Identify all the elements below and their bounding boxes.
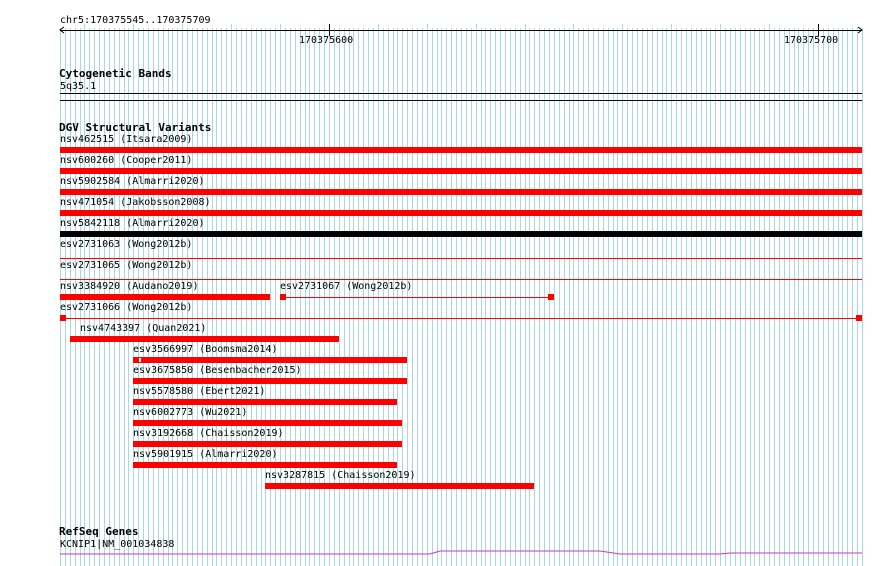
variant-bar[interactable] <box>265 483 534 489</box>
variant-label[interactable]: nsv5578580 (Ebert2021) <box>133 386 265 397</box>
ruler-axis <box>60 30 862 31</box>
variant-label[interactable]: esv3675850 (Besenbacher2015) <box>133 365 302 376</box>
variant-bar[interactable] <box>133 420 402 426</box>
variant-end-block[interactable] <box>856 315 862 321</box>
variant-end-block[interactable] <box>280 294 286 300</box>
variant-label[interactable]: nsv5842118 (Almarri2020) <box>60 218 205 229</box>
variant-label[interactable]: nsv4743397 (Quan2021) <box>80 323 206 334</box>
cytoband-line <box>60 93 862 94</box>
variant-label[interactable]: nsv5901915 (Almarri2020) <box>133 449 278 460</box>
variant-line[interactable] <box>60 258 862 259</box>
variant-bar[interactable] <box>133 462 397 468</box>
variant-end-block[interactable] <box>548 294 554 300</box>
variant-line[interactable] <box>60 279 862 280</box>
variant-bar[interactable] <box>133 357 407 363</box>
variant-bar[interactable] <box>133 441 402 447</box>
variant-line[interactable] <box>60 318 862 319</box>
variant-label[interactable]: nsv471054 (Jakobsson2008) <box>60 197 211 208</box>
variant-label[interactable]: nsv5902584 (Almarri2020) <box>60 176 205 187</box>
cytoband-label[interactable]: 5q35.1 <box>60 81 96 92</box>
variant-bar[interactable] <box>70 336 339 342</box>
variant-line[interactable] <box>280 297 554 298</box>
variant-label[interactable]: esv2731063 (Wong2012b) <box>60 239 192 250</box>
variant-label[interactable]: nsv3192668 (Chaisson2019) <box>133 428 284 439</box>
variant-bar[interactable] <box>60 189 862 195</box>
variant-end-block[interactable] <box>60 315 66 321</box>
variant-label[interactable]: esv3566997 (Boomsma2014) <box>133 344 278 355</box>
variant-gap <box>139 358 141 362</box>
refseq-track-title[interactable]: RefSeq Genes <box>59 526 138 538</box>
variant-bar[interactable] <box>60 231 862 237</box>
cytoband-track-title[interactable]: Cytogenetic Bands <box>59 68 172 80</box>
variant-label[interactable]: nsv600260 (Cooper2011) <box>60 155 192 166</box>
variant-label[interactable]: nsv3287815 (Chaisson2019) <box>265 470 416 481</box>
dgv-track-title[interactable]: DGV Structural Variants <box>59 122 211 134</box>
variant-label[interactable]: nsv3384920 (Audano2019) <box>60 281 198 292</box>
variant-label[interactable]: esv2731066 (Wong2012b) <box>60 302 192 313</box>
variant-bar[interactable] <box>60 210 862 216</box>
variant-bar[interactable] <box>60 294 270 300</box>
track-divider <box>60 100 862 101</box>
gene-intron-line[interactable] <box>60 548 862 558</box>
variant-label[interactable]: esv2731067 (Wong2012b) <box>280 281 412 292</box>
variant-bar[interactable] <box>133 378 407 384</box>
variant-bar[interactable] <box>60 168 862 174</box>
variant-bar[interactable] <box>60 147 862 153</box>
variant-bar[interactable] <box>133 399 397 405</box>
variant-label[interactable]: nsv462515 (Itsara2009) <box>60 134 192 145</box>
variant-label[interactable]: esv2731065 (Wong2012b) <box>60 260 192 271</box>
tick-label: 170375700 <box>784 35 839 46</box>
range-label: chr5:170375545..170375709 <box>60 15 211 26</box>
tick-label: 170375600 <box>299 35 354 46</box>
variant-label[interactable]: nsv6002773 (Wu2021) <box>133 407 247 418</box>
